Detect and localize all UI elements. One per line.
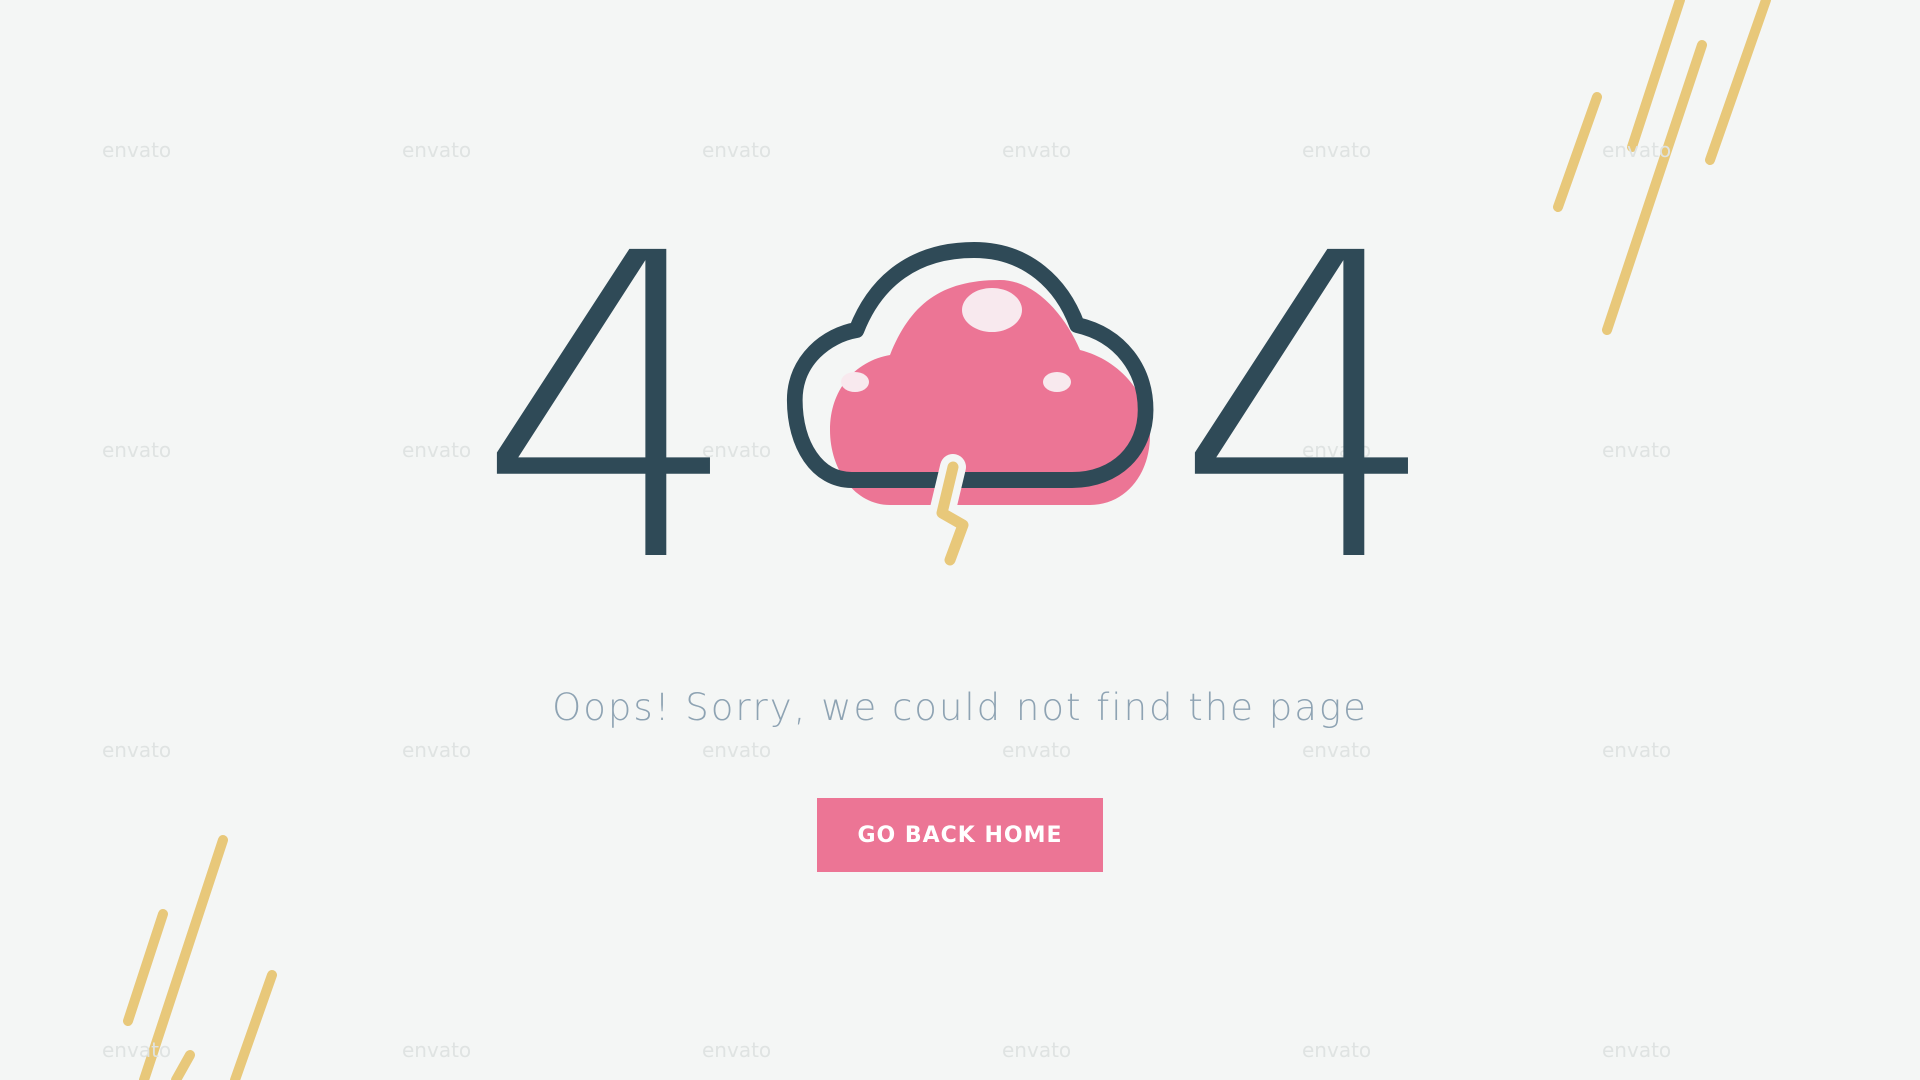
storm-cloud-icon — [786, 242, 1154, 573]
streak — [123, 909, 168, 1026]
cloud-highlight — [1043, 372, 1071, 392]
streak — [1705, 0, 1771, 165]
cloud-highlight — [962, 288, 1022, 332]
lightning-bolt — [929, 454, 976, 573]
go-back-home-button[interactable]: GO BACK HOME — [817, 798, 1103, 872]
error-404-page: envato envato envato envato envato envat… — [0, 0, 1920, 1080]
error-message: Oops! Sorry, we could not find the page — [552, 686, 1368, 729]
cloud-highlight — [841, 372, 869, 392]
digit-right-text: 4 — [1188, 230, 1428, 570]
error-code-digit-left: 4 — [490, 230, 730, 570]
streak — [230, 970, 277, 1080]
streak — [1553, 92, 1602, 212]
error-code-digit-right: 4 — [1188, 230, 1428, 570]
streak — [171, 1050, 195, 1080]
digit-left-text: 4 — [490, 230, 730, 570]
streak — [139, 835, 228, 1080]
